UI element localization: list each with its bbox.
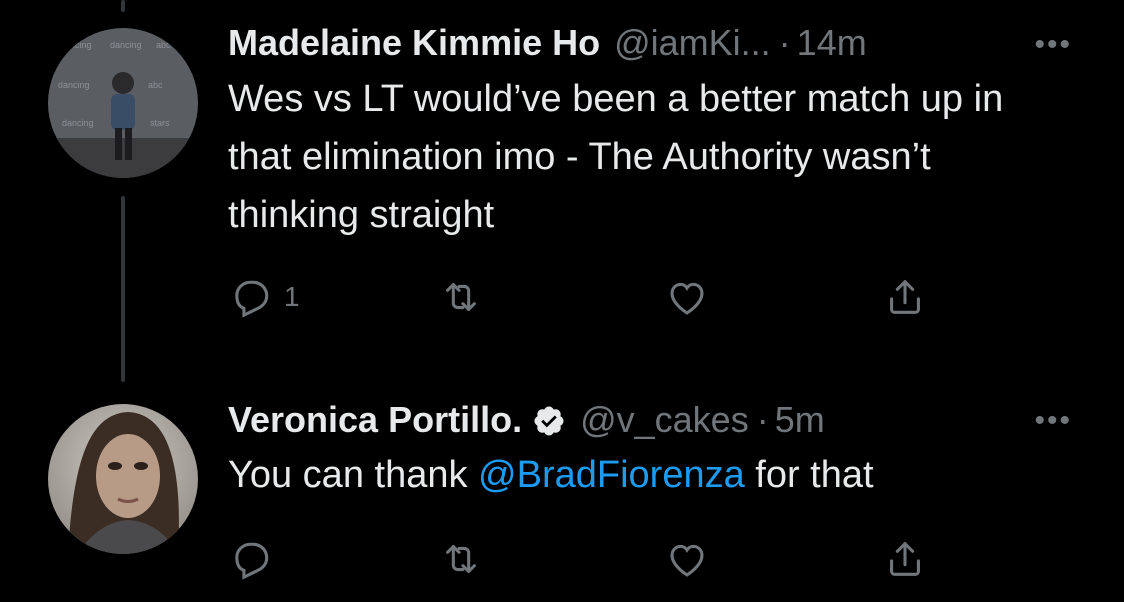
reply-count: 1	[284, 281, 300, 312]
user-handle[interactable]: @iamKi...	[614, 22, 771, 64]
tweet[interactable]: Madelaine Kimmie Ho @iamKi... · 14m ••• …	[228, 22, 1124, 318]
tweet-text-before: You can thank	[228, 454, 479, 496]
tweet-text: Wes vs LT would’ve been a better match u…	[228, 78, 1004, 236]
share-button[interactable]	[882, 536, 928, 582]
share-icon	[890, 280, 920, 314]
reply-icon	[235, 280, 269, 318]
more-icon[interactable]: •••	[1034, 404, 1072, 438]
verified-badge-icon	[532, 404, 566, 438]
reply-button[interactable]: 1	[228, 274, 300, 320]
tweet-text-after: for that	[744, 454, 874, 496]
separator-dot: ·	[778, 22, 791, 63]
reply-icon	[235, 542, 269, 580]
avatar[interactable]	[48, 404, 198, 554]
avatar[interactable]: dancing dancing abc dancing abc dancing star…	[48, 28, 198, 178]
svg-text:abc: abc	[156, 40, 171, 50]
retweet-button[interactable]	[438, 536, 484, 582]
display-name[interactable]: Veronica Portillo.	[228, 399, 522, 441]
like-icon	[670, 544, 704, 577]
share-button[interactable]	[882, 274, 928, 320]
retweet-icon	[446, 545, 476, 573]
like-button[interactable]	[664, 536, 710, 582]
timestamp[interactable]: 14m	[797, 22, 867, 64]
retweet-icon	[446, 283, 476, 311]
share-icon	[890, 542, 920, 576]
tweet-header: Madelaine Kimmie Ho @iamKi... · 14m	[228, 22, 1124, 66]
svg-text:stars: stars	[150, 118, 170, 128]
user-handle[interactable]: @v_cakes	[580, 399, 749, 441]
tweet[interactable]: Veronica Portillo. @v_cakes · 5m ••• You…	[228, 398, 1124, 580]
thread-line	[121, 196, 125, 382]
svg-text:dancing: dancing	[62, 118, 94, 128]
like-button[interactable]	[664, 274, 710, 320]
svg-text:abc: abc	[148, 80, 163, 90]
separator-dot: ·	[756, 399, 769, 440]
svg-text:dancing: dancing	[110, 40, 142, 50]
display-name[interactable]: Madelaine Kimmie Ho	[228, 22, 600, 64]
reply-button[interactable]	[228, 536, 284, 582]
mention-link[interactable]: @BradFiorenza	[478, 454, 745, 496]
like-icon	[670, 282, 704, 315]
tweet-header: Veronica Portillo. @v_cakes · 5m	[228, 398, 1124, 442]
retweet-button[interactable]	[438, 274, 484, 320]
timestamp[interactable]: 5m	[775, 399, 825, 441]
action-bar: 1	[228, 274, 948, 322]
svg-text:dancing: dancing	[58, 80, 90, 90]
tweet-text: You can thank @BradFiorenza for that	[228, 446, 1068, 504]
svg-text:dancing: dancing	[60, 40, 92, 50]
action-bar	[228, 536, 948, 584]
more-icon[interactable]: •••	[1034, 28, 1072, 62]
thread-line-top	[121, 0, 125, 12]
